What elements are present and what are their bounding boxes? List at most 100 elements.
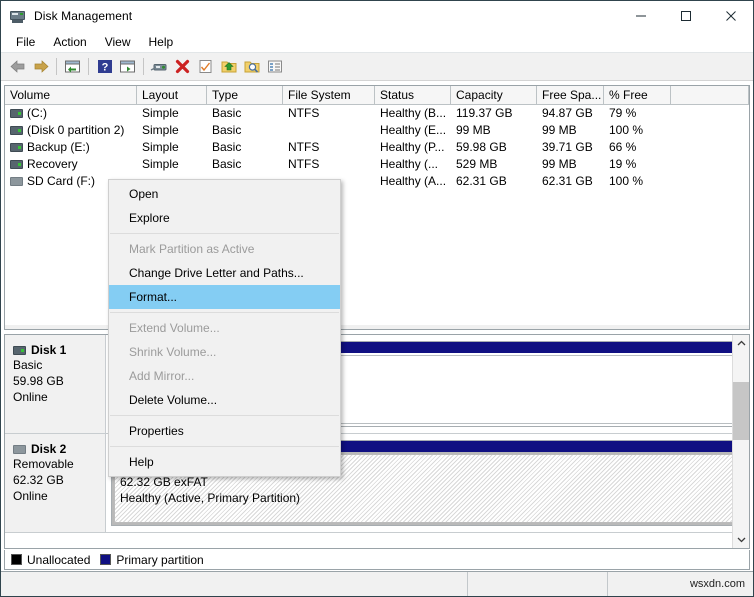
up-one-level-icon[interactable] [61,56,84,78]
menu-separator [110,233,339,234]
cell-type: Basic [207,139,283,156]
details-view-icon[interactable] [263,56,286,78]
menu-help[interactable]: Help [140,32,183,52]
cell-capacity: 119.37 GB [451,105,537,122]
cell-free-space: 62.31 GB [537,173,604,190]
disk-icon-removable [13,445,26,454]
volume-drive-icon [10,160,23,169]
column-header-status[interactable]: Status [375,86,451,105]
cell-file-system: NTFS [283,139,375,156]
menu-item-delete-volume[interactable]: Delete Volume... [109,388,340,412]
chevron-down-icon[interactable] [733,531,750,548]
disk-status: Online [13,389,105,405]
menu-item-properties[interactable]: Properties [109,419,340,443]
close-button[interactable] [708,1,753,31]
column-header-layout[interactable]: Layout [137,86,207,105]
menu-action[interactable]: Action [44,32,95,52]
table-row[interactable]: Backup (E:) Simple Basic NTFS Healthy (P… [5,139,749,156]
menu-view[interactable]: View [96,32,140,52]
menu-item-add-mirror: Add Mirror... [109,364,340,388]
properties-icon[interactable] [194,56,217,78]
disk-size: 62.32 GB [13,472,105,488]
status-bar: wsxdn.com [1,571,753,596]
cell-status: Healthy (P... [375,139,451,156]
disk-info-disk-2[interactable]: Disk 2 Removable 62.32 GB Online [5,434,106,532]
volume-drive-icon [10,109,23,118]
partition-health: Healthy (Active, Primary Partition) [120,490,734,506]
column-header-filler[interactable] [671,86,749,105]
column-header-free-space[interactable]: Free Spa... [537,86,604,105]
volume-list-header: Volume Layout Type File System Status Ca… [5,86,749,105]
disk-type: Removable [13,456,105,472]
cell-type: Basic [207,105,283,122]
legend-label-primary-partition: Primary partition [116,553,203,567]
column-header-volume[interactable]: Volume [5,86,137,105]
table-row[interactable]: (C:) Simple Basic NTFS Healthy (B... 119… [5,105,749,122]
column-header-capacity[interactable]: Capacity [451,86,537,105]
minimize-button[interactable] [618,1,663,31]
cell-capacity: 529 MB [451,156,537,173]
column-header-file-system[interactable]: File System [283,86,375,105]
cell-free-space: 94.87 GB [537,105,604,122]
scrollbar-track[interactable] [733,352,750,531]
title-bar: Disk Management [1,1,753,31]
cell-percent-free: 100 % [604,122,671,139]
help-icon[interactable]: ? [93,56,116,78]
window-controls [618,1,753,31]
cell-type: Basic [207,122,283,139]
cell-percent-free: 19 % [604,156,671,173]
scrollbar-thumb[interactable] [733,382,750,440]
menu-bar: File Action View Help [1,31,753,53]
cell-volume: (C:) [27,105,47,122]
menu-item-mark-partition-as-active: Mark Partition as Active [109,237,340,261]
delete-icon[interactable] [171,56,194,78]
volume-drive-icon-removable [10,177,23,186]
table-row[interactable]: Recovery Simple Basic NTFS Healthy (... … [5,156,749,173]
toolbar: ? [1,53,753,81]
disk-management-icon [10,8,26,24]
column-header-percent-free[interactable]: % Free [604,86,671,105]
legend-label-unallocated: Unallocated [27,553,90,567]
cell-percent-free: 100 % [604,173,671,190]
disk-type: Basic [13,357,105,373]
forward-icon[interactable] [29,56,52,78]
export-list-icon[interactable] [217,56,240,78]
cell-volume: Recovery [27,156,78,173]
disk-size: 59.98 GB [13,373,105,389]
menu-item-format[interactable]: Format... [109,285,340,309]
disk-name: Disk 1 [31,343,66,357]
legend-item-unallocated: Unallocated [11,553,90,567]
cell-volume: SD Card (F:) [27,173,95,190]
cell-layout: Simple [137,156,207,173]
disk-panel-vertical-scrollbar[interactable] [732,335,749,548]
menu-file[interactable]: File [7,32,44,52]
cell-layout: Simple [137,122,207,139]
show-hide-console-tree-icon[interactable] [116,56,139,78]
menu-item-extend-volume: Extend Volume... [109,316,340,340]
menu-separator [110,312,339,313]
cell-volume: (Disk 0 partition 2) [27,122,124,139]
search-folder-icon[interactable] [240,56,263,78]
cell-layout: Simple [137,105,207,122]
cell-status: Healthy (... [375,156,451,173]
menu-item-help[interactable]: Help [109,450,340,474]
menu-item-open[interactable]: Open [109,182,340,206]
status-segment-left [1,572,468,597]
chevron-up-icon[interactable] [733,335,750,352]
rescan-disks-icon[interactable] [148,56,171,78]
cell-percent-free: 79 % [604,105,671,122]
disk-info-disk-1[interactable]: Disk 1 Basic 59.98 GB Online [5,335,106,433]
column-header-type[interactable]: Type [207,86,283,105]
cell-type: Basic [207,156,283,173]
disk-name: Disk 2 [31,442,66,456]
back-icon[interactable] [6,56,29,78]
table-row[interactable]: (Disk 0 partition 2) Simple Basic Health… [5,122,749,139]
menu-item-explore[interactable]: Explore [109,206,340,230]
toolbar-separator [88,58,89,75]
maximize-button[interactable] [663,1,708,31]
menu-item-change-drive-letter-and-paths[interactable]: Change Drive Letter and Paths... [109,261,340,285]
toolbar-separator [56,58,57,75]
context-menu: Open Explore Mark Partition as Active Ch… [108,179,341,477]
cell-capacity: 99 MB [451,122,537,139]
window-title: Disk Management [34,9,132,23]
